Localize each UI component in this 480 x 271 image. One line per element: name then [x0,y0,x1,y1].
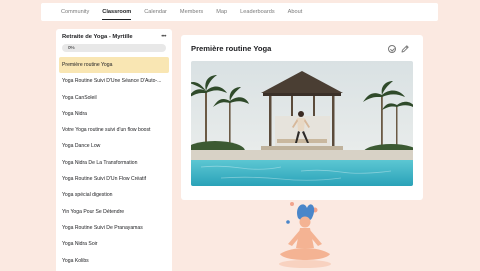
lesson-item[interactable]: Yoga Kolibs [56,253,172,269]
tab-community[interactable]: Community [61,3,89,21]
dot [290,202,294,206]
course-header: Retraite de Yoga - Myrtille ••• [56,29,172,41]
lesson-item[interactable]: Votre Yoga routine suivi d'un flow boost [56,122,172,138]
dot [286,220,290,224]
course-sidebar: Retraite de Yoga - Myrtille ••• 0% Premi… [56,29,172,271]
edit-pencil-icon[interactable] [400,44,410,54]
lesson-item[interactable]: Yoga Dance Low [56,138,172,154]
lesson-item[interactable]: Yoga Nidra [56,106,172,122]
lesson-item[interactable]: Yoga Routine Suivi De Pranayamas [56,220,172,236]
lesson-video[interactable] [191,61,413,186]
course-title: Retraite de Yoga - Myrtille [62,34,133,40]
tab-calendar[interactable]: Calendar [144,3,167,21]
tab-members[interactable]: Members [180,3,203,21]
lesson-item[interactable]: Yin Yoga Pour Se Détendre [56,204,172,220]
check-circle-icon[interactable] [388,45,396,53]
course-progress-bar: 0% [62,44,166,52]
lesson-item[interactable]: Yoga Routine Suivi D'Un Flow Créatif [56,171,172,187]
more-dots-icon[interactable]: ••• [161,34,166,40]
lesson-item[interactable]: Première routine Yoga [59,57,169,74]
top-navigation: Community Classroom Calendar Members Map Lead… [41,3,438,21]
progress-label: 0% [68,45,75,50]
meditation-illustration [279,202,331,268]
lesson-item[interactable]: Yoga Routine Suivi D'Une Séance D'Auto-.… [56,73,172,89]
tab-map[interactable]: Map [216,3,227,21]
tab-about[interactable]: About [288,3,303,21]
lesson-title: Première routine Yoga [191,44,272,53]
lesson-item[interactable]: Yoga spécial digestion [56,187,172,203]
lesson-item[interactable]: Yoga CanSoleil [56,90,172,106]
lesson-item[interactable]: Yoga Nidra Soir [56,236,172,252]
tab-leaderboards[interactable]: Leaderboards [240,3,275,21]
lesson-list: Première routine Yoga Yoga Routine Suivi … [56,57,172,269]
tab-classroom[interactable]: Classroom [102,3,131,21]
lesson-item[interactable]: Yoga Nidra De La Transformation [56,155,172,171]
lesson-content-card: Première routine Yoga [181,35,423,200]
